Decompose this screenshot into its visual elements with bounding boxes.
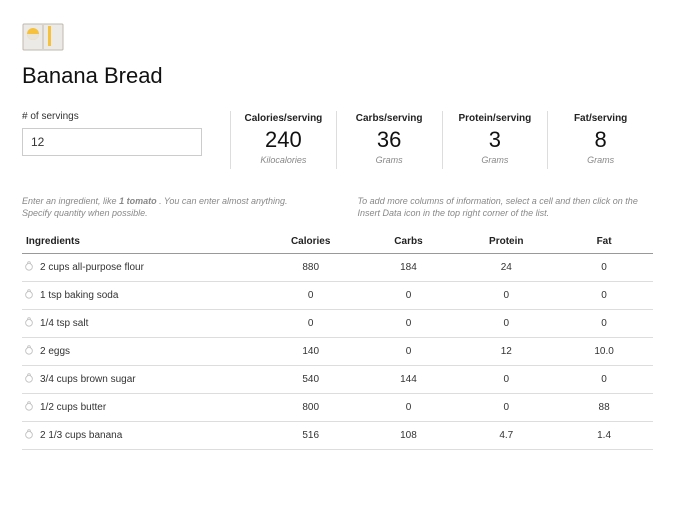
stat-value: 8	[552, 126, 649, 155]
cell-fat[interactable]: 0	[555, 253, 653, 281]
table-row[interactable]: 2 1/3 cups banana 5161084.71.4	[22, 421, 653, 449]
servings-label: # of servings	[22, 111, 202, 122]
stat-unit: Grams	[447, 155, 544, 165]
stat-protein: Protein/serving 3 Grams	[442, 111, 548, 169]
col-header-fat[interactable]: Fat	[555, 230, 653, 254]
cell-fat[interactable]: 0	[555, 309, 653, 337]
table-row[interactable]: 1/4 tsp salt0000	[22, 309, 653, 337]
cell-fat[interactable]: 0	[555, 365, 653, 393]
stat-carbs: Carbs/serving 36 Grams	[336, 111, 442, 169]
ingredient-name: 3/4 cups brown sugar	[40, 374, 136, 385]
table-row[interactable]: 3/4 cups brown sugar54014400	[22, 365, 653, 393]
stat-label: Fat/serving	[552, 113, 649, 124]
table-row[interactable]: 2 eggs 14001210.0	[22, 337, 653, 365]
servings-input[interactable]	[22, 128, 202, 156]
ingredient-name: 2 1/3 cups banana	[40, 430, 122, 441]
cell-protein[interactable]: 0	[457, 281, 555, 309]
cell-protein[interactable]: 0	[457, 365, 555, 393]
food-icon	[24, 345, 34, 358]
nutrition-stats: Calories/serving 240 Kilocalories Carbs/…	[230, 111, 653, 169]
table-row[interactable]: 2 cups all-purpose flour 880184240	[22, 253, 653, 281]
recipe-title: Banana Bread	[22, 63, 653, 89]
cell-carbs[interactable]: 184	[360, 253, 458, 281]
ingredients-table[interactable]: Ingredients Calories Carbs Protein Fat 2…	[22, 230, 653, 450]
cell-carbs[interactable]: 0	[360, 309, 458, 337]
cell-protein[interactable]: 12	[457, 337, 555, 365]
stat-label: Calories/serving	[235, 113, 332, 124]
food-icon	[24, 429, 34, 442]
stat-unit: Kilocalories	[235, 155, 332, 165]
cell-calories[interactable]: 0	[262, 309, 360, 337]
servings-block: # of servings	[22, 111, 202, 156]
cell-carbs[interactable]: 0	[360, 337, 458, 365]
cell-protein[interactable]: 24	[457, 253, 555, 281]
cell-fat[interactable]: 0	[555, 281, 653, 309]
table-row[interactable]: 1/2 cups butter8000088	[22, 393, 653, 421]
food-icon	[24, 373, 34, 386]
food-icon	[24, 317, 34, 330]
stat-value: 240	[235, 126, 332, 155]
ingredient-name: 1/2 cups butter	[40, 402, 106, 413]
stat-value: 36	[341, 126, 438, 155]
cell-carbs[interactable]: 108	[360, 421, 458, 449]
stat-unit: Grams	[552, 155, 649, 165]
cell-calories[interactable]: 880	[262, 253, 360, 281]
cell-fat[interactable]: 88	[555, 393, 653, 421]
col-header-calories[interactable]: Calories	[262, 230, 360, 254]
cell-protein[interactable]: 0	[457, 393, 555, 421]
ingredient-name: 2 eggs	[40, 346, 70, 357]
ingredient-name: 1 tsp baking soda	[40, 290, 118, 301]
food-icon	[24, 261, 34, 274]
stat-fat: Fat/serving 8 Grams	[547, 111, 653, 169]
stat-calories: Calories/serving 240 Kilocalories	[230, 111, 336, 169]
recipe-book-icon	[22, 18, 653, 63]
cell-fat[interactable]: 1.4	[555, 421, 653, 449]
cell-carbs[interactable]: 0	[360, 281, 458, 309]
cell-fat[interactable]: 10.0	[555, 337, 653, 365]
stat-label: Protein/serving	[447, 113, 544, 124]
col-header-ingredients[interactable]: Ingredients	[22, 230, 262, 254]
table-header-row: Ingredients Calories Carbs Protein Fat	[22, 230, 653, 254]
col-header-carbs[interactable]: Carbs	[360, 230, 458, 254]
table-row[interactable]: 1 tsp baking soda0000	[22, 281, 653, 309]
hint-right: To add more columns of information, sele…	[358, 195, 654, 220]
stat-value: 3	[447, 126, 544, 155]
hints-row: Enter an ingredient, like 1 tomato . You…	[22, 195, 653, 220]
food-icon	[24, 401, 34, 414]
cell-protein[interactable]: 0	[457, 309, 555, 337]
cell-carbs[interactable]: 144	[360, 365, 458, 393]
ingredient-name: 1/4 tsp salt	[40, 318, 88, 329]
hint-left: Enter an ingredient, like 1 tomato . You…	[22, 195, 318, 220]
col-header-protein[interactable]: Protein	[457, 230, 555, 254]
stat-label: Carbs/serving	[341, 113, 438, 124]
cell-calories[interactable]: 0	[262, 281, 360, 309]
cell-carbs[interactable]: 0	[360, 393, 458, 421]
cell-calories[interactable]: 540	[262, 365, 360, 393]
cell-calories[interactable]: 800	[262, 393, 360, 421]
cell-calories[interactable]: 516	[262, 421, 360, 449]
ingredient-name: 2 cups all-purpose flour	[40, 262, 144, 273]
cell-protein[interactable]: 4.7	[457, 421, 555, 449]
stat-unit: Grams	[341, 155, 438, 165]
food-icon	[24, 289, 34, 302]
cell-calories[interactable]: 140	[262, 337, 360, 365]
summary-row: # of servings Calories/serving 240 Kiloc…	[22, 111, 653, 169]
